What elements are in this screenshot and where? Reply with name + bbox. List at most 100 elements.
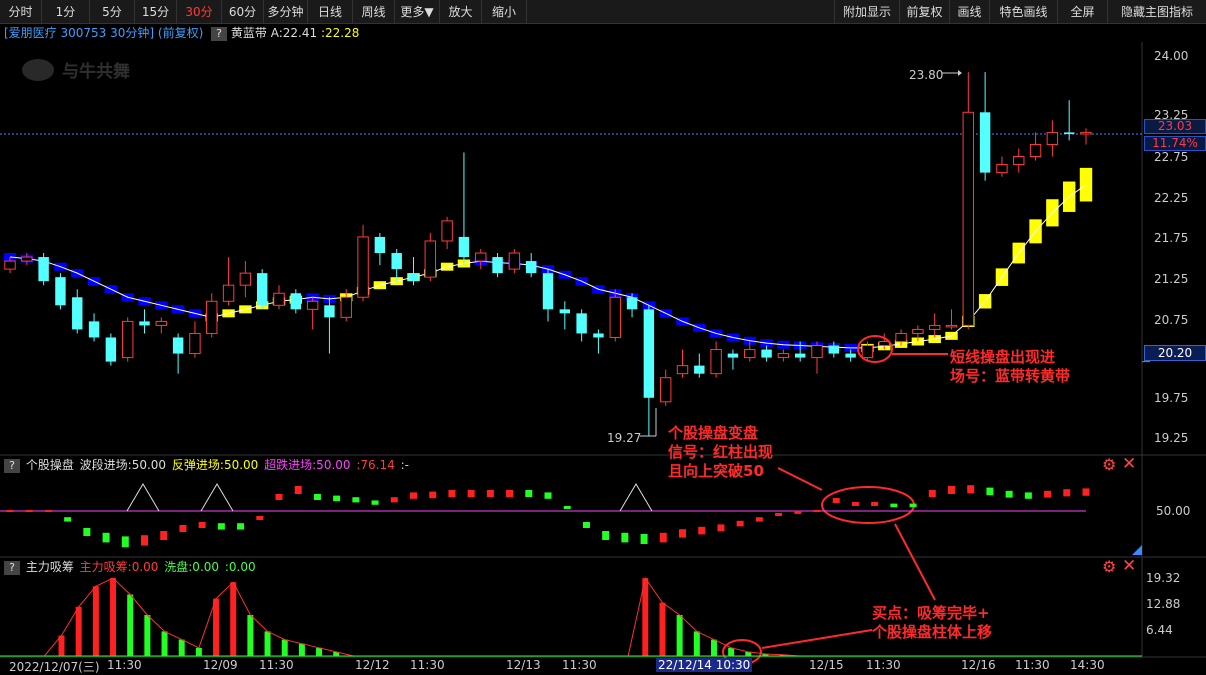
accum-bar (676, 615, 683, 656)
settings-gear-icon[interactable]: ⚙ (1102, 557, 1116, 576)
candle-body (424, 240, 437, 278)
stock-op-bar (928, 490, 936, 497)
accum-bar (230, 582, 237, 656)
stock-op-bar (6, 510, 14, 512)
candle-body (928, 324, 941, 330)
panel2-param2: 反弹进场:50.00 (171, 458, 259, 472)
candle-body (374, 236, 386, 254)
candle-body (324, 305, 335, 318)
stock-op-bar (448, 490, 456, 497)
candle-body (172, 337, 184, 354)
time-label: 12/09 (203, 658, 238, 672)
callout-line: 买点：吸筹完毕+ (872, 604, 990, 622)
time-label: 12/12 (355, 658, 390, 672)
help-icon[interactable]: ? (4, 560, 20, 575)
candle-body (508, 252, 521, 270)
callout-leader-line (761, 629, 873, 649)
close-icon[interactable]: ✕ (1122, 454, 1136, 474)
accum-bar (127, 594, 134, 656)
close-icon[interactable]: ✕ (1122, 556, 1136, 576)
candle-body (139, 321, 150, 326)
callout-line: 且向上突破50 (668, 462, 764, 480)
callout-line: 场号：蓝带转黄带 (950, 367, 1071, 385)
candle-body (576, 313, 587, 334)
candle-body (492, 257, 503, 274)
panel3-param2: 洗盘:0.00 (164, 560, 220, 574)
candle-body (710, 349, 722, 375)
candle-body (609, 296, 621, 338)
candle-body (828, 345, 840, 354)
price-tick: 21.75 (1154, 231, 1189, 245)
stock-op-bar (506, 490, 514, 497)
stock-op-bar (25, 510, 33, 512)
candle-body (105, 337, 117, 362)
candle-body (21, 256, 33, 262)
candle-body (222, 284, 235, 302)
candle-body (357, 236, 369, 298)
candle-body (895, 332, 907, 342)
callout-leader-line (777, 467, 823, 491)
stock-signal-callout: 个股操盘变盘 信号：红柱出现 且向上突破50 (668, 424, 773, 481)
stock-op-bar (313, 494, 321, 500)
watermark-text: 与牛共舞 (62, 61, 130, 82)
panel3-axis-tick: 12.88 (1146, 597, 1181, 611)
candle-body (1080, 131, 1092, 135)
accum-bar (110, 578, 117, 656)
panel3-header: ? 主力吸筹 主力吸筹:0.00 洗盘:0.00 :0.00 (4, 558, 258, 576)
candle-body (1063, 132, 1075, 135)
candle-body (340, 296, 352, 318)
time-label: 12/13 (506, 658, 541, 672)
callout-line: 个股操盘柱体上移 (872, 623, 993, 641)
candle-body (643, 309, 655, 398)
candle-body (290, 293, 302, 310)
stock-op-bar (160, 531, 168, 540)
stock-op-bar (256, 516, 264, 520)
candle-body (88, 321, 100, 338)
settings-gear-icon[interactable]: ⚙ (1102, 455, 1116, 474)
stock-op-bar (851, 502, 859, 506)
price-tick: 19.75 (1154, 391, 1189, 405)
stock-op-bar (429, 491, 437, 499)
stock-op-bar (486, 490, 494, 497)
stock-op-bar (717, 524, 725, 532)
stock-op-bar (141, 535, 148, 546)
stock-op-bar (525, 490, 533, 497)
stock-op-bar (986, 487, 994, 496)
time-label: 11:30 (866, 658, 901, 672)
price-tick: 20.75 (1154, 313, 1189, 327)
candle-body (761, 349, 772, 358)
price-tick: 21.25 (1154, 272, 1189, 286)
candle-body (945, 324, 958, 328)
callout-line: 信号：红柱出现 (668, 443, 774, 461)
candle-body (475, 252, 487, 262)
candle-body (525, 261, 537, 274)
candle-body (273, 292, 285, 306)
accum-bar (144, 615, 151, 656)
stock-op-bar (755, 517, 763, 522)
candle-body (659, 377, 672, 403)
candle-body (542, 273, 554, 310)
candle-body (727, 353, 739, 358)
accum-bar (178, 639, 185, 656)
accum-bar (281, 639, 288, 656)
stock-op-bar (621, 532, 629, 543)
accum-bar (247, 615, 254, 656)
stock-op-bar (410, 492, 417, 499)
time-label: 11:30 (410, 658, 445, 672)
stock-op-bar (467, 490, 475, 497)
candle-body (1029, 143, 1042, 158)
accum-bar (92, 586, 99, 656)
stock-op-bar (582, 522, 590, 528)
stock-op-bar (602, 531, 610, 540)
help-icon[interactable]: ? (4, 458, 20, 473)
stock-op-bar (1024, 492, 1032, 499)
signal-triangle (126, 483, 160, 512)
candle-body (441, 220, 453, 242)
candle-body (962, 111, 975, 326)
stock-op-bar (679, 529, 686, 538)
stock-op-bar (832, 498, 840, 503)
panel2-controls: ⚙ ✕ (1102, 454, 1142, 474)
price-tick: 22.75 (1154, 150, 1189, 164)
accum-bar (316, 647, 323, 656)
candle-body (744, 349, 756, 359)
